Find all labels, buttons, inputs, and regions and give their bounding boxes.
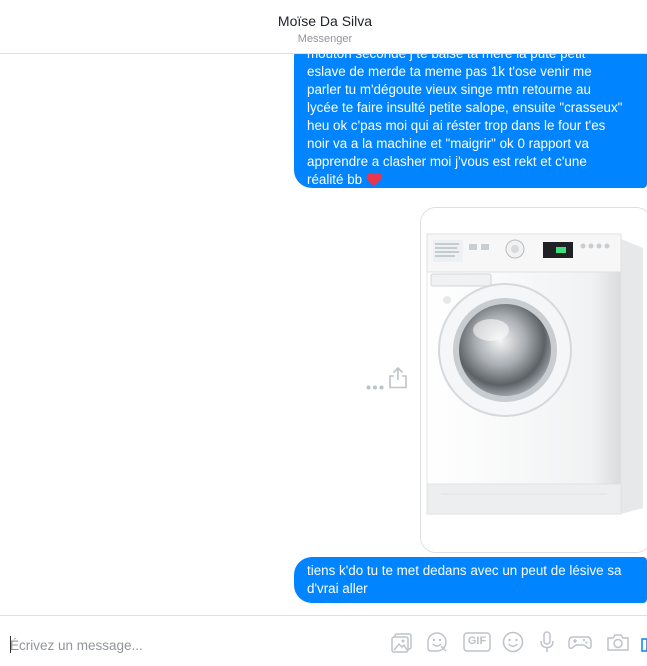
message-line: eslave de merde ta meme pas 1k t'ose ven…	[307, 64, 592, 79]
header-subtitle: Messenger	[297, 33, 353, 45]
camera-icon[interactable]	[605, 629, 631, 655]
emoji-icon[interactable]	[500, 629, 526, 655]
message-input[interactable]	[10, 635, 380, 655]
washing-machine-image	[421, 208, 647, 552]
message-line: tiens k'do tu te met dedans avec un peut…	[307, 563, 622, 578]
message-composer: GIF	[0, 615, 647, 666]
message-actions	[366, 366, 410, 394]
text-caret	[10, 636, 11, 653]
message-line: d'vrai aller	[307, 581, 368, 596]
gif-button[interactable]: GIF	[462, 629, 492, 655]
message-line: heu ok c'pas moi qui ai réster trop dans…	[307, 118, 606, 133]
share-icon[interactable]	[388, 366, 408, 394]
microphone-icon[interactable]	[534, 629, 560, 655]
more-options-icon[interactable]	[366, 377, 384, 395]
conversation-header: Moïse Da Silva Messenger	[0, 0, 647, 54]
photo-icon[interactable]	[389, 629, 415, 655]
contact-name[interactable]: Moïse Da Silva	[225, 13, 425, 29]
message-bubble[interactable]: mouton seconde j te baise ta mère la put…	[294, 53, 647, 188]
message-bubble[interactable]: tiens k'do tu te met dedans avec un peut…	[294, 557, 647, 603]
game-controller-icon[interactable]	[567, 629, 593, 655]
gif-label: GIF	[467, 635, 487, 647]
heart-emoji-icon	[366, 172, 382, 192]
sticker-icon[interactable]	[424, 629, 450, 655]
message-line: apprendre a clasher moi j'vous est rekt …	[307, 154, 587, 169]
message-line: réalité bb	[307, 171, 634, 192]
message-thread[interactable]: mouton seconde j te baise ta mère la put…	[0, 53, 647, 615]
image-message[interactable]	[420, 207, 647, 553]
message-line: noir va a la machine et "maigrir" ok 0 r…	[307, 136, 589, 151]
like-button-partial[interactable]	[640, 629, 647, 655]
message-line: parler tu m'dégoute vieux singe mtn reto…	[307, 82, 591, 97]
message-line: mouton seconde j te baise ta mère la put…	[307, 53, 586, 61]
message-line: lycée te faire insulté petite salope, en…	[307, 100, 623, 115]
